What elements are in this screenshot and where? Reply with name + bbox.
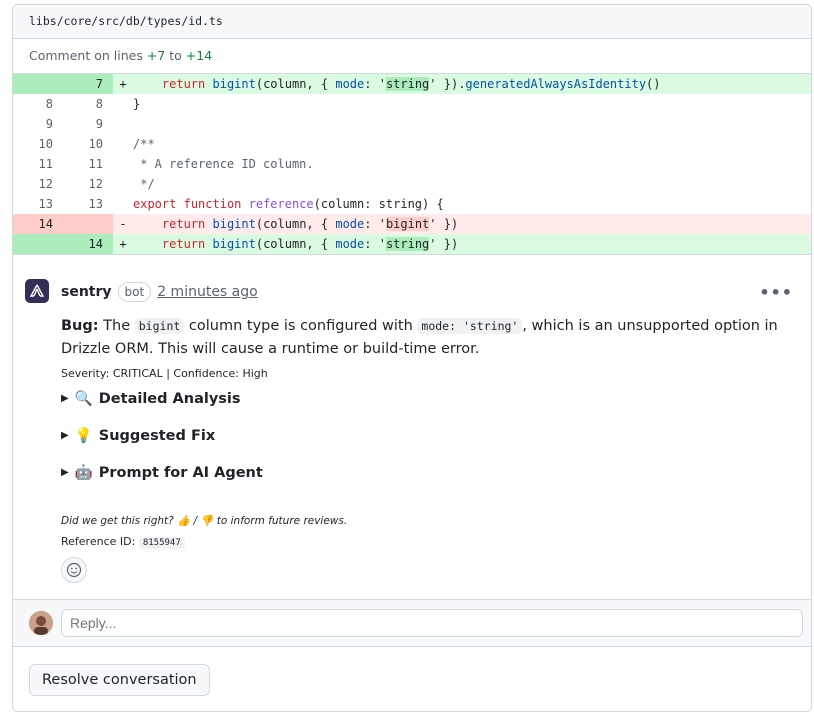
comment-author[interactable]: sentry bbox=[61, 284, 112, 300]
section-emoji: 🔍 bbox=[74, 391, 93, 407]
sentry-logo-icon bbox=[29, 284, 45, 297]
old-line-number: 14 bbox=[13, 214, 63, 234]
diff-row: 14 - return bigint(column, { mode: 'bigi… bbox=[13, 214, 811, 234]
comment-lines-joiner: to bbox=[169, 48, 182, 63]
expand-triangle-icon: ▶ bbox=[61, 393, 69, 404]
comment-lines-prefix: Comment on lines bbox=[29, 48, 143, 63]
reference-id-value: 8155947 bbox=[138, 537, 185, 549]
reply-bar bbox=[13, 599, 811, 647]
new-line-number bbox=[63, 214, 113, 234]
reference-id: Reference ID: 8155947 bbox=[61, 535, 185, 549]
diff-sign: + bbox=[119, 77, 127, 91]
comment-lines-header: Comment on lines +7 to +14 bbox=[13, 39, 811, 74]
inline-code: mode: 'string' bbox=[417, 318, 523, 334]
diff-sign bbox=[113, 174, 133, 194]
comment-lines-start[interactable]: +7 bbox=[147, 48, 165, 63]
file-path[interactable]: libs/core/src/db/types/id.ts bbox=[13, 5, 811, 39]
comment-timestamp[interactable]: 2 minutes ago bbox=[157, 284, 258, 300]
diff-sign bbox=[113, 194, 133, 214]
old-line-number: 11 bbox=[38, 157, 53, 171]
user-photo-icon bbox=[29, 611, 53, 635]
old-line-number bbox=[13, 74, 63, 94]
diff-row: 12 12 */ bbox=[13, 174, 811, 194]
new-line-number: 14 bbox=[63, 234, 113, 254]
section-emoji: 💡 bbox=[74, 428, 93, 444]
diff-sign bbox=[113, 134, 133, 154]
code-line: return bigint(column, { mode: 'bigint' }… bbox=[161, 217, 459, 231]
diff-hunk: 7 + return bigint(column, { mode: 'strin… bbox=[13, 74, 811, 255]
new-line-number: 9 bbox=[95, 117, 103, 131]
old-line-number: 10 bbox=[38, 137, 53, 151]
review-thread: libs/core/src/db/types/id.ts Comment on … bbox=[12, 4, 812, 712]
diff-sign: - bbox=[119, 217, 127, 231]
old-line-number: 12 bbox=[38, 177, 53, 191]
diff-sign bbox=[113, 154, 133, 174]
old-line-number: 8 bbox=[45, 97, 53, 111]
section-emoji: 🤖 bbox=[74, 465, 93, 481]
reference-id-label: Reference ID: bbox=[61, 535, 136, 548]
add-reaction-button[interactable] bbox=[61, 557, 87, 583]
old-line-number: 9 bbox=[45, 117, 53, 131]
diff-row: 14 + return bigint(column, { mode: 'stri… bbox=[13, 234, 811, 254]
details-detailed-analysis[interactable]: ▶ 🔍 Detailed Analysis bbox=[61, 390, 241, 408]
expand-triangle-icon: ▶ bbox=[61, 430, 69, 441]
code-line: export function reference(column: string… bbox=[133, 197, 444, 211]
diff-row: 8 8 } bbox=[13, 94, 811, 114]
inline-code: bigint bbox=[134, 318, 185, 334]
new-line-number: 7 bbox=[63, 74, 113, 94]
code-line: /** bbox=[133, 137, 155, 151]
section-label: Prompt for AI Agent bbox=[98, 464, 263, 481]
diff-row: 11 11 * A reference ID column. bbox=[13, 154, 811, 174]
diff-sign bbox=[113, 94, 133, 114]
code-line: return bigint(column, { mode: 'string' }… bbox=[161, 237, 459, 251]
comment-lines-end[interactable]: +14 bbox=[186, 48, 212, 63]
code-line: } bbox=[133, 97, 141, 111]
new-line-number: 8 bbox=[95, 97, 103, 111]
sentry-avatar[interactable] bbox=[25, 279, 49, 303]
bug-label: Bug: bbox=[61, 318, 99, 334]
more-options-icon[interactable]: ••• bbox=[759, 283, 793, 302]
details-suggested-fix[interactable]: ▶ 💡 Suggested Fix bbox=[61, 427, 216, 445]
new-line-number: 12 bbox=[88, 177, 103, 191]
code-line: return bigint(column, { mode: 'string' }… bbox=[161, 77, 661, 91]
diff-sign bbox=[113, 114, 133, 134]
diff-row: 7 + return bigint(column, { mode: 'strin… bbox=[13, 74, 811, 94]
feedback-note: Did we get this right? 👍 / 👎 to inform f… bbox=[61, 515, 348, 527]
old-line-number bbox=[13, 234, 63, 254]
diff-sign: + bbox=[119, 237, 127, 251]
details-prompt-for-ai-agent[interactable]: ▶ 🤖 Prompt for AI Agent bbox=[61, 464, 263, 482]
diff-row: 10 10 /** bbox=[13, 134, 811, 154]
section-label: Suggested Fix bbox=[98, 427, 216, 444]
bot-badge: bot bbox=[117, 282, 152, 302]
expand-triangle-icon: ▶ bbox=[61, 467, 69, 478]
code-line: * A reference ID column. bbox=[133, 157, 314, 171]
reply-input[interactable] bbox=[61, 609, 803, 637]
new-line-number: 10 bbox=[88, 137, 103, 151]
user-avatar[interactable] bbox=[29, 611, 53, 635]
severity-text: Severity: CRITICAL | Confidence: High bbox=[61, 367, 268, 380]
new-line-number: 13 bbox=[88, 197, 103, 211]
diff-row: 13 13 export function reference(column: … bbox=[13, 194, 811, 214]
comment-body: Bug: The bigint column type is configure… bbox=[61, 318, 778, 357]
code-line: */ bbox=[133, 177, 155, 191]
section-label: Detailed Analysis bbox=[98, 390, 241, 407]
new-line-number: 11 bbox=[88, 157, 103, 171]
smiley-icon bbox=[66, 562, 82, 578]
resolve-conversation-button[interactable]: Resolve conversation bbox=[29, 664, 210, 696]
diff-row: 9 9 bbox=[13, 114, 811, 134]
comment-header: sentry bot 2 minutes ago bbox=[61, 282, 258, 302]
old-line-number: 13 bbox=[38, 197, 53, 211]
